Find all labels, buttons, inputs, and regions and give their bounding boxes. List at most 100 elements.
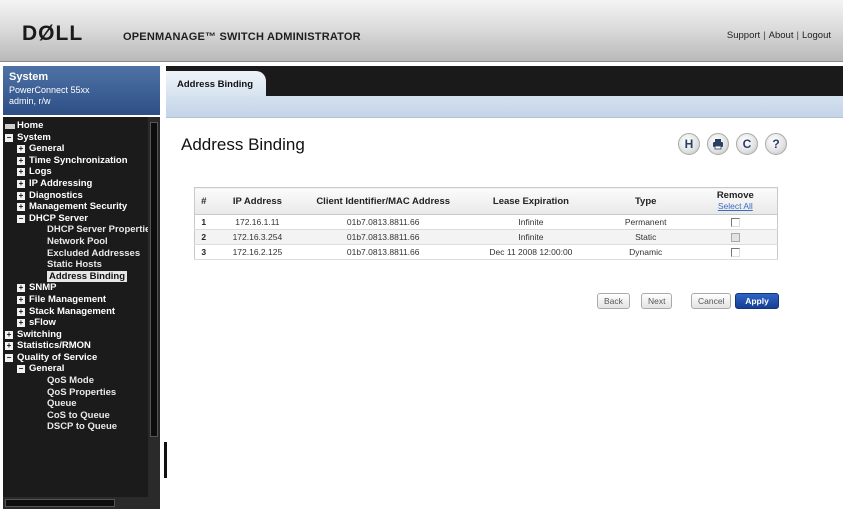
cell-mac: 01b7.0813.8811.66	[302, 244, 465, 260]
cell-type: Static	[597, 229, 694, 245]
tree-item[interactable]: + File Management	[3, 294, 148, 306]
cell-type: Dynamic	[597, 244, 694, 260]
col-header-ip: IP Address	[212, 187, 303, 215]
tree-item-label: Switching	[17, 328, 62, 340]
expand-icon[interactable]: +	[17, 168, 25, 177]
col-header-remove: Remove Select All	[693, 187, 778, 215]
home-icon[interactable]	[5, 124, 15, 129]
remove-checkbox[interactable]	[730, 218, 740, 228]
print-icon[interactable]	[707, 133, 729, 155]
tree-item[interactable]: + IP Addressing	[3, 178, 148, 190]
expand-icon[interactable]: +	[17, 179, 25, 188]
tree-item-selected[interactable]: Address Binding	[3, 270, 148, 283]
tab-address-binding[interactable]: Address Binding	[166, 71, 266, 96]
collapse-icon[interactable]: −	[5, 133, 13, 142]
navigation-tree: Home − System + General + Time Synchronization…	[3, 117, 160, 509]
tree-vertical-scroll-thumb[interactable]	[150, 122, 158, 437]
tree-item[interactable]: − DHCP Server	[3, 213, 148, 225]
cell-lease: Dec 11 2008 12:00:00	[464, 244, 598, 260]
tree-item-label: Address Binding	[47, 270, 128, 283]
tree-item[interactable]: CoS to Queue	[3, 410, 148, 422]
tree-item[interactable]: Network Pool	[3, 236, 148, 248]
table-row: 2 172.16.3.254 01b7.0813.8811.66 Infinite St…	[194, 229, 778, 245]
address-binding-table: # IP Address Client Identifier/MAC Addre…	[194, 187, 778, 260]
tree-item[interactable]: + Switching	[3, 329, 148, 341]
collapse-icon[interactable]: −	[17, 214, 25, 223]
expand-icon[interactable]: +	[17, 295, 25, 304]
tree-item-label: Excluded Addresses	[47, 247, 141, 259]
help-icon[interactable]: ?	[765, 133, 787, 155]
col-header-num: #	[194, 187, 213, 215]
page-title: Address Binding	[181, 135, 305, 154]
back-button[interactable]: Back	[597, 293, 630, 309]
expand-icon[interactable]: +	[17, 284, 25, 293]
cell-mac: 01b7.0813.8811.66	[302, 229, 465, 245]
tab-strip	[166, 66, 843, 96]
cancel-button[interactable]: Cancel	[691, 293, 732, 309]
cell-lease: Infinite	[464, 229, 598, 245]
tree-item[interactable]: + General	[3, 143, 148, 155]
tree-item[interactable]: Excluded Addresses	[3, 248, 148, 260]
about-link[interactable]: About	[769, 30, 794, 41]
tree-item[interactable]: Queue	[3, 398, 148, 410]
tree-item[interactable]: DSCP to Queue	[3, 421, 148, 433]
pane-splitter-handle[interactable]	[164, 442, 167, 478]
apply-button[interactable]: Apply	[735, 293, 779, 309]
tree-item[interactable]: + sFlow	[3, 317, 148, 329]
tree-item-label: Queue	[47, 398, 77, 410]
remove-checkbox[interactable]	[730, 248, 740, 258]
save-icon[interactable]: H	[678, 133, 700, 155]
tree-item-label: DHCP Server	[29, 212, 88, 224]
tree-item[interactable]: − General	[3, 363, 148, 375]
cell-num: 3	[194, 244, 213, 260]
tree-item-label: SNMP	[29, 282, 57, 294]
cell-num: 1	[194, 214, 213, 230]
tree-item[interactable]: Home	[3, 120, 148, 132]
expand-icon[interactable]: +	[17, 156, 25, 165]
select-all-link[interactable]: Select All	[694, 201, 777, 211]
tree-horizontal-scroll-thumb[interactable]	[5, 499, 115, 507]
tree-item-label: System	[17, 131, 51, 143]
tree-item-label: Stack Management	[29, 305, 116, 317]
tree-item-label: Statistics/RMON	[17, 340, 91, 352]
expand-icon[interactable]: +	[17, 307, 25, 316]
tree-item[interactable]: + Management Security	[3, 201, 148, 213]
tree-item[interactable]: + Logs	[3, 166, 148, 178]
tree-item-label: sFlow	[29, 317, 56, 329]
expand-icon[interactable]: +	[5, 342, 13, 351]
tree-item[interactable]: + Stack Management	[3, 306, 148, 318]
tree-item-label: File Management	[29, 293, 107, 305]
cell-remove	[693, 229, 778, 245]
collapse-icon[interactable]: −	[5, 353, 13, 362]
tree-item[interactable]: Static Hosts	[3, 259, 148, 271]
tree-item[interactable]: − Quality of Service	[3, 352, 148, 364]
tree-item[interactable]: − System	[3, 132, 148, 144]
tree-item[interactable]: QoS Mode	[3, 375, 148, 387]
expand-icon[interactable]: +	[17, 145, 25, 154]
collapse-icon[interactable]: −	[17, 365, 25, 374]
system-user: admin, r/w	[9, 96, 51, 106]
support-link[interactable]: Support	[727, 30, 760, 41]
tree-item[interactable]: DHCP Server Properties	[3, 224, 148, 236]
table-header-row: # IP Address Client Identifier/MAC Addre…	[194, 187, 778, 215]
logout-link[interactable]: Logout	[802, 30, 831, 41]
tree-item[interactable]: QoS Properties	[3, 387, 148, 399]
tree-item[interactable]: + Time Synchronization	[3, 155, 148, 167]
expand-icon[interactable]: +	[17, 319, 25, 328]
dell-logo: DØLL	[22, 22, 84, 45]
tree-list: Home − System + General + Time Synchronization…	[3, 120, 148, 433]
tree-item-label: Quality of Service	[17, 351, 98, 363]
tree-item-label: Network Pool	[47, 235, 108, 247]
next-button[interactable]: Next	[641, 293, 673, 309]
tree-item[interactable]: + SNMP	[3, 282, 148, 294]
refresh-icon[interactable]: C	[736, 133, 758, 155]
col-header-mac: Client Identifier/MAC Address	[302, 187, 465, 215]
expand-icon[interactable]: +	[5, 330, 13, 339]
tree-item[interactable]: + Statistics/RMON	[3, 340, 148, 352]
expand-icon[interactable]: +	[17, 203, 25, 212]
tree-item-label: Management Security	[29, 201, 128, 213]
expand-icon[interactable]: +	[17, 191, 25, 200]
tree-item-label: Time Synchronization	[29, 154, 128, 166]
tree-item[interactable]: + Diagnostics	[3, 190, 148, 202]
tree-item-label: Static Hosts	[47, 259, 102, 271]
